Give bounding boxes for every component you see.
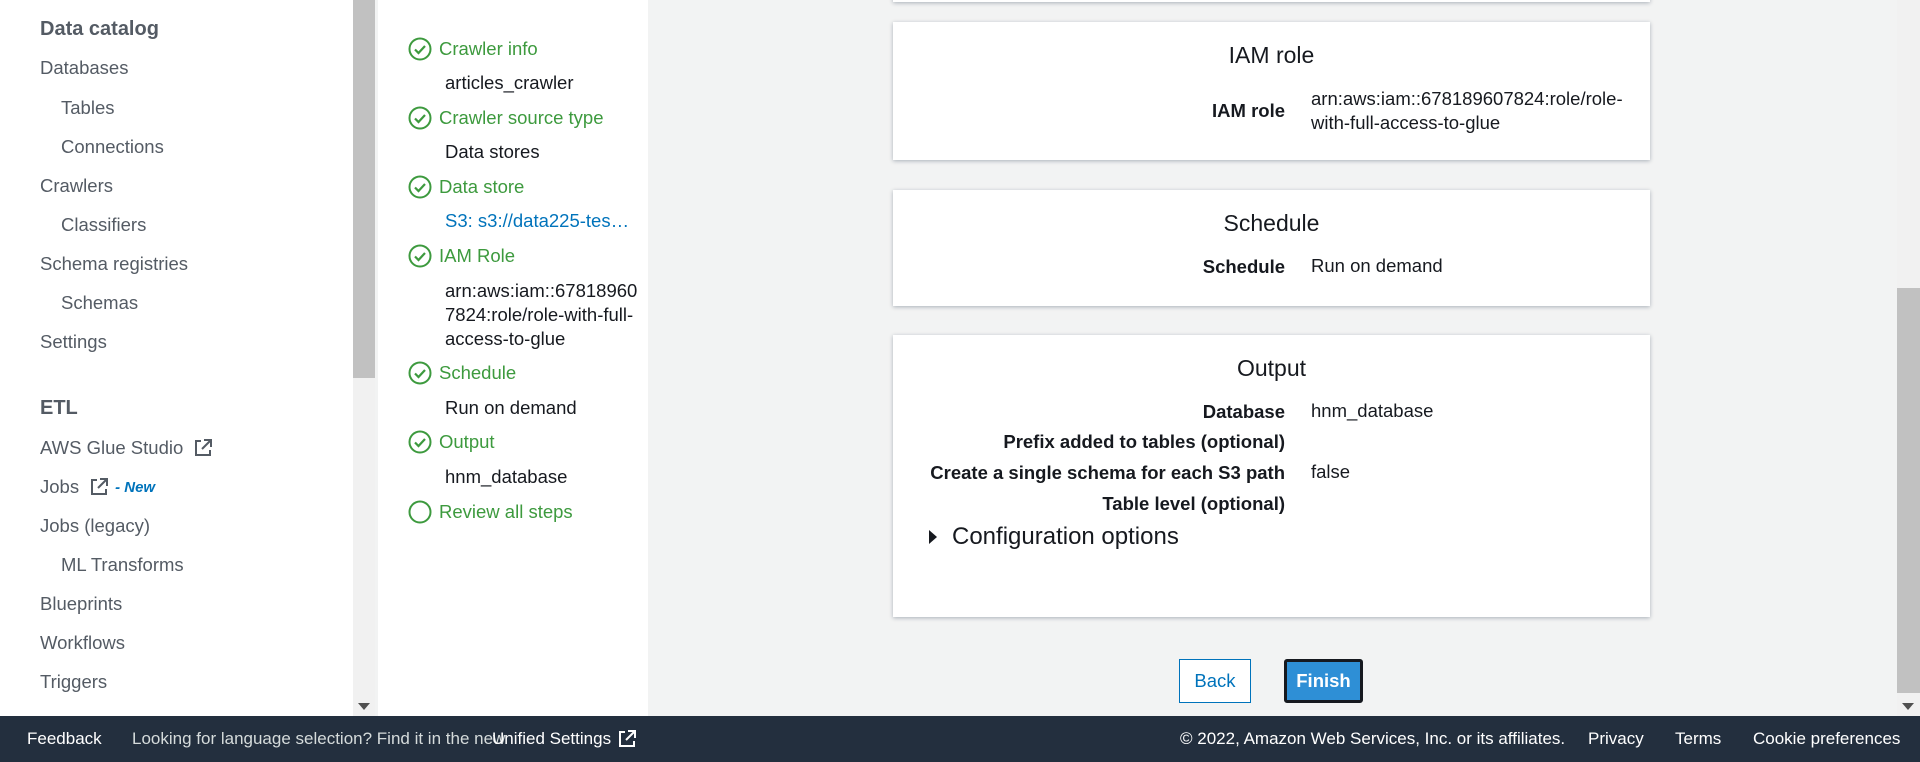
single-schema-key: Create a single schema for each S3 path — [930, 462, 1285, 483]
caret-right-icon — [929, 530, 937, 544]
check-circle-icon — [408, 430, 432, 454]
step-output[interactable]: Output — [408, 430, 495, 454]
step-label: Output — [439, 431, 495, 452]
sidebar-item-databases[interactable]: Databases — [40, 57, 128, 79]
feedback-link[interactable]: Feedback — [27, 729, 102, 749]
sidebar-item-classifiers[interactable]: Classifiers — [61, 214, 146, 236]
schedule-key: Schedule — [1202, 256, 1285, 277]
sidebar-item-jobs-legacy[interactable]: Jobs (legacy) — [40, 515, 150, 537]
check-circle-icon — [408, 244, 432, 268]
iam-role-value: arn:aws:iam::678189607824:role/role-with… — [1311, 88, 1623, 133]
check-circle-icon — [408, 361, 432, 385]
sidebar-item-schema-registries[interactable]: Schema registries — [40, 253, 188, 275]
single-schema-value: false — [1311, 461, 1351, 482]
copyright-text: © 2022, Amazon Web Services, Inc. or its… — [1180, 729, 1566, 748]
sidebar-item-crawlers[interactable]: Crawlers — [40, 175, 113, 197]
step-label: Schedule — [439, 362, 517, 383]
language-notice: Looking for language selection? Find it … — [132, 729, 506, 748]
card-title: Schedule — [1223, 210, 1320, 236]
sidebar-item-tables[interactable]: Tables — [61, 97, 114, 119]
sidebar-nav: Data catalog Databases Tables Connection… — [0, 0, 353, 716]
step-value: articles_crawler — [445, 72, 574, 93]
sidebar-item-schemas[interactable]: Schemas — [61, 292, 138, 314]
step-crawler-info[interactable]: Crawler info — [408, 37, 538, 61]
sidebar-item-label: AWS Glue Studio — [40, 437, 184, 458]
step-iam-role[interactable]: IAM Role — [408, 244, 515, 268]
sidebar-item-connections[interactable]: Connections — [61, 136, 164, 158]
step-label: Data store — [439, 176, 525, 197]
step-value: arn:aws:iam::678189607824:role/role-with… — [445, 280, 638, 349]
check-circle-icon — [408, 106, 432, 130]
new-badge: - New — [115, 478, 156, 496]
external-link-icon — [195, 439, 213, 456]
etl-heading: ETL — [40, 397, 78, 419]
step-label: IAM Role — [439, 245, 516, 266]
external-link-icon — [619, 730, 637, 747]
sidebar-scrollbar[interactable] — [353, 0, 375, 716]
sidebar-item-ml-transforms[interactable]: ML Transforms — [61, 554, 184, 576]
step-label: Review all steps — [439, 501, 573, 522]
empty-circle-icon — [408, 500, 432, 524]
data-catalog-heading: Data catalog — [40, 18, 159, 40]
sidebar-item-settings[interactable]: Settings — [40, 331, 107, 353]
external-link-icon — [91, 478, 109, 495]
back-button[interactable]: Back — [1179, 659, 1251, 703]
schedule-card: Schedule Schedule Run on demand — [893, 190, 1650, 306]
table-level-key: Table level (optional) — [1102, 493, 1285, 514]
sidebar-item-blueprints[interactable]: Blueprints — [40, 593, 122, 615]
sidebar-item-label: Jobs — [40, 476, 80, 497]
previous-card-edge — [893, 0, 1650, 2]
step-value: Data stores — [445, 141, 540, 162]
iam-role-key: IAM role — [1212, 100, 1285, 121]
iam-role-card: IAM role IAM role arn:aws:iam::678189607… — [893, 22, 1650, 160]
sidebar-item-jobs[interactable]: Jobs - New — [40, 476, 155, 498]
configuration-options-label: Configuration options — [952, 523, 1179, 550]
unified-settings-link[interactable]: Unified Settings — [492, 729, 637, 749]
finish-button[interactable]: Finish — [1284, 659, 1363, 703]
prefix-key: Prefix added to tables (optional) — [1003, 431, 1285, 452]
check-circle-icon — [408, 37, 432, 61]
step-label: Crawler source type — [439, 107, 604, 128]
sidebar-item-triggers[interactable]: Triggers — [40, 671, 107, 693]
step-value: Run on demand — [445, 397, 577, 418]
main-scroll-thumb[interactable] — [1897, 288, 1920, 693]
data-store-link[interactable]: S3: s3://data225-tes… — [445, 209, 635, 233]
unified-settings-label: Unified Settings — [492, 729, 612, 748]
step-schedule[interactable]: Schedule — [408, 361, 516, 385]
step-review-all[interactable]: Review all steps — [408, 500, 573, 524]
privacy-link[interactable]: Privacy — [1588, 729, 1644, 749]
database-key: Database — [1202, 401, 1285, 422]
sidebar-item-workflows[interactable]: Workflows — [40, 632, 125, 654]
step-label: Crawler info — [439, 38, 538, 59]
scroll-down-arrow-icon[interactable] — [1902, 703, 1914, 710]
step-value: hnm_database — [445, 466, 568, 487]
main-scrollbar[interactable] — [1897, 0, 1920, 716]
check-circle-icon — [408, 175, 432, 199]
sidebar-scroll-thumb[interactable] — [353, 0, 375, 378]
card-title: Output — [1236, 355, 1307, 381]
card-title: IAM role — [1228, 42, 1315, 68]
schedule-value: Run on demand — [1311, 255, 1443, 276]
step-crawler-source-type[interactable]: Crawler source type — [408, 106, 604, 130]
configuration-options-toggle[interactable]: Configuration options — [929, 523, 1179, 551]
terms-link[interactable]: Terms — [1675, 729, 1721, 749]
sidebar-item-glue-studio[interactable]: AWS Glue Studio — [40, 437, 213, 459]
output-card: Output Database hnm_database Prefix adde… — [893, 335, 1650, 617]
database-value: hnm_database — [1311, 400, 1434, 421]
wizard-steps-panel: Crawler info articles_crawler Crawler so… — [378, 0, 648, 716]
step-data-store[interactable]: Data store — [408, 175, 524, 199]
scroll-down-arrow-icon[interactable] — [358, 703, 370, 710]
footer: Feedback Looking for language selection?… — [0, 716, 1920, 762]
cookie-preferences-link[interactable]: Cookie preferences — [1753, 729, 1900, 749]
